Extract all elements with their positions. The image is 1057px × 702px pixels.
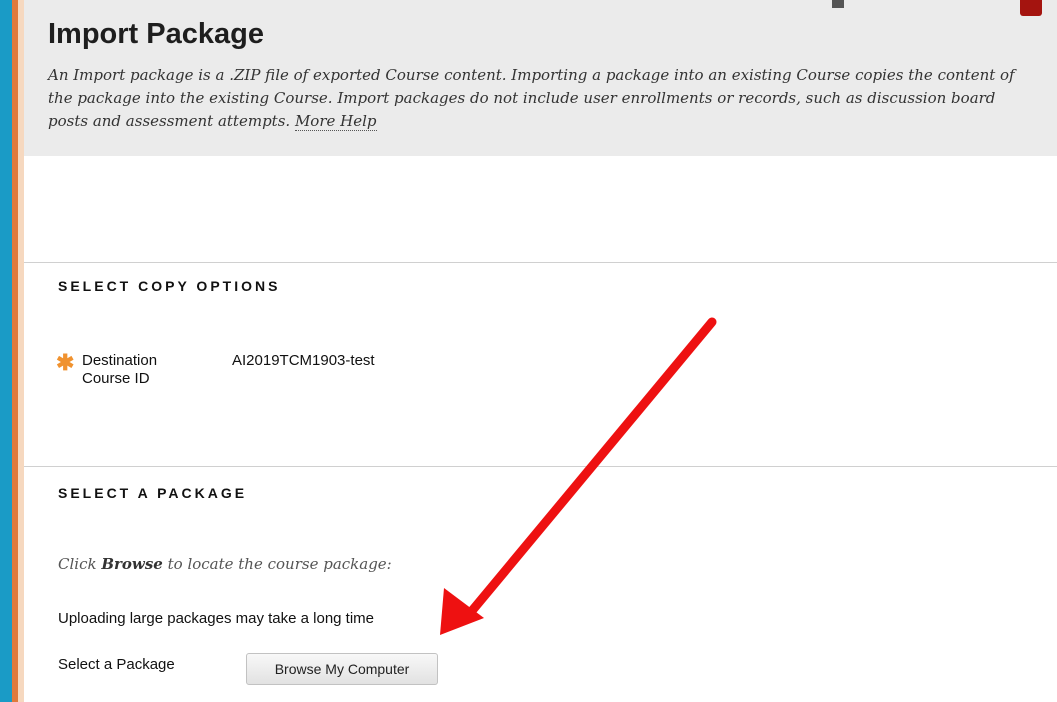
browse-hint-bold: Browse <box>101 555 163 573</box>
destination-course-value: AI2019TCM1903-test <box>232 352 375 369</box>
destination-course-label: Destination Course ID <box>82 352 158 387</box>
select-package-label: Select a Package <box>58 656 175 673</box>
description-text: An Import package is a .ZIP file of expo… <box>48 66 1015 130</box>
close-icon[interactable] <box>1020 0 1042 16</box>
upload-note: Uploading large packages may take a long… <box>58 610 375 627</box>
section-divider <box>24 466 1057 467</box>
user-icon[interactable] <box>832 0 844 8</box>
page: Import Package An Import package is a .Z… <box>0 0 1057 702</box>
required-icon: ✱ <box>56 350 75 375</box>
browse-my-computer-button[interactable]: Browse My Computer <box>246 653 438 685</box>
browse-hint-prefix: Click <box>58 555 102 573</box>
left-accent-stripe <box>0 0 12 702</box>
copy-options-heading: SELECT COPY OPTIONS <box>58 278 281 294</box>
more-help-link[interactable]: More Help <box>294 112 377 131</box>
page-title: Import Package <box>48 18 264 50</box>
page-description: An Import package is a .ZIP file of expo… <box>48 64 1033 133</box>
annotation-arrow-head <box>440 588 484 635</box>
section-divider <box>24 262 1057 263</box>
annotation-arrow-shaft <box>466 317 717 617</box>
select-package-heading: SELECT A PACKAGE <box>58 485 248 501</box>
browse-hint-suffix: to locate the course package: <box>162 555 392 573</box>
page-header: Import Package An Import package is a .Z… <box>24 0 1057 156</box>
browse-hint: Click Browse to locate the course packag… <box>58 555 392 573</box>
